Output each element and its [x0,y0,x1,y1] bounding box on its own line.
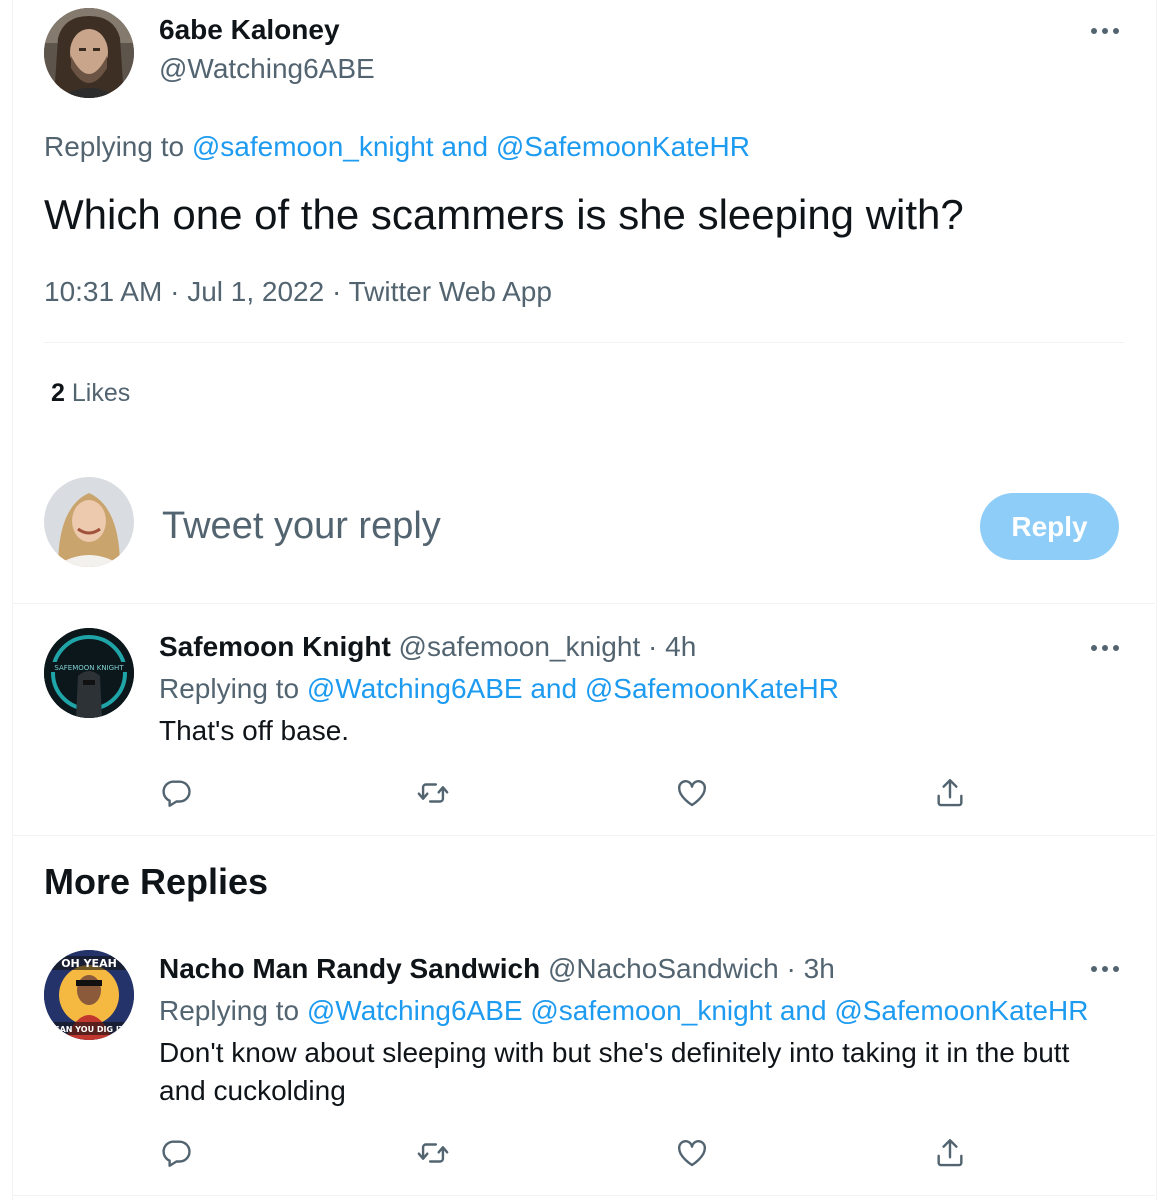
reply-button[interactable]: Reply [980,493,1119,560]
replying-to-label: Replying to [44,131,185,162]
mention-link[interactable]: @Watching6ABE [307,995,523,1026]
share-icon[interactable] [933,776,967,810]
avatar-text: SAFEMOON KNIGHT [54,664,124,672]
replying-to-line: Replying to @safemoon_knight and @Safemo… [44,131,750,163]
like-icon[interactable] [675,1136,709,1170]
divider [13,1195,1155,1196]
replying-to-line: Replying to @Watching6ABE and @SafemoonK… [159,673,839,705]
replying-to-line: Replying to @Watching6ABE @safemoon_knig… [159,995,1088,1027]
separator: · [170,276,180,307]
mention-link[interactable]: @safemoon_knight [192,131,434,162]
tweet-time[interactable]: 10:31 AM [44,276,162,307]
share-icon[interactable] [933,1136,967,1170]
current-user-avatar[interactable] [44,477,134,567]
likes-stat[interactable]: 2 Likes [51,379,130,408]
tweet-date[interactable]: Jul 1, 2022 [187,276,324,307]
nacho-avatar-image: OH YEAH CAN YOU DIG IT [44,950,134,1040]
author-avatar-image [44,8,134,98]
author-name[interactable]: 6abe Kaloney [159,14,340,46]
tweet-source[interactable]: Twitter Web App [349,276,552,307]
reply-text: That's off base. [159,715,350,746]
author-handle[interactable]: @Watching6ABE [159,53,375,85]
mention-link[interactable]: @Watching6ABE [307,673,523,704]
reply-author-handle[interactable]: @NachoSandwich [548,953,779,984]
current-user-avatar-image [44,477,134,567]
separator: · [786,953,796,984]
separator: · [648,631,658,662]
avatar-top-text: OH YEAH [61,957,117,970]
reply-header: Safemoon Knight @safemoon_knight · 4h [159,631,696,663]
safemoon-knight-avatar-image: SAFEMOON KNIGHT [44,628,134,718]
replying-and[interactable]: and [530,673,577,704]
replying-to-label: Replying to [159,673,300,704]
mention-link[interactable]: @safemoon_knight [530,995,772,1026]
retweet-icon[interactable] [416,776,450,810]
mention-link[interactable]: @SafemoonKateHR [834,995,1088,1026]
reply-text-line: and cuckolding [159,1075,346,1106]
divider [13,835,1155,836]
author-avatar[interactable] [44,8,134,98]
separator: · [331,276,342,307]
reply-text-line: Don't know about sleeping with but she's… [159,1037,1070,1068]
reply-author-avatar[interactable]: OH YEAH CAN YOU DIG IT [44,950,134,1040]
reply-author-name[interactable]: Nacho Man Randy Sandwich [159,953,540,984]
reply-time[interactable]: 3h [804,953,835,984]
retweet-icon[interactable] [416,1136,450,1170]
reply-icon[interactable] [159,1136,193,1170]
like-icon[interactable] [675,776,709,810]
reply-author-avatar[interactable]: SAFEMOON KNIGHT [44,628,134,718]
reply-author-name[interactable]: Safemoon Knight [159,631,391,662]
replying-and[interactable]: and [780,995,827,1026]
divider [44,342,1124,343]
more-icon[interactable] [1091,28,1119,34]
reply-header: Nacho Man Randy Sandwich @NachoSandwich … [159,953,835,985]
mention-link[interactable]: @SafemoonKateHR [585,673,839,704]
reply-icon[interactable] [159,776,193,810]
reply-author-handle[interactable]: @safemoon_knight [399,631,641,662]
mention-link[interactable]: @SafemoonKateHR [496,131,750,162]
likes-count: 2 [51,379,65,407]
tweet-metadata: 10:31 AM · Jul 1, 2022 · Twitter Web App [44,276,552,308]
tweet-text: Which one of the scammers is she sleepin… [44,191,964,238]
likes-label: Likes [71,379,131,407]
reply-time[interactable]: 4h [665,631,696,662]
more-icon[interactable] [1091,966,1119,972]
replying-and[interactable]: and [441,131,488,162]
reply-input[interactable]: Tweet your reply [162,505,441,548]
more-icon[interactable] [1091,645,1119,651]
replying-to-label: Replying to [159,995,300,1026]
more-replies-heading: More Replies [44,861,269,902]
divider [13,603,1155,604]
